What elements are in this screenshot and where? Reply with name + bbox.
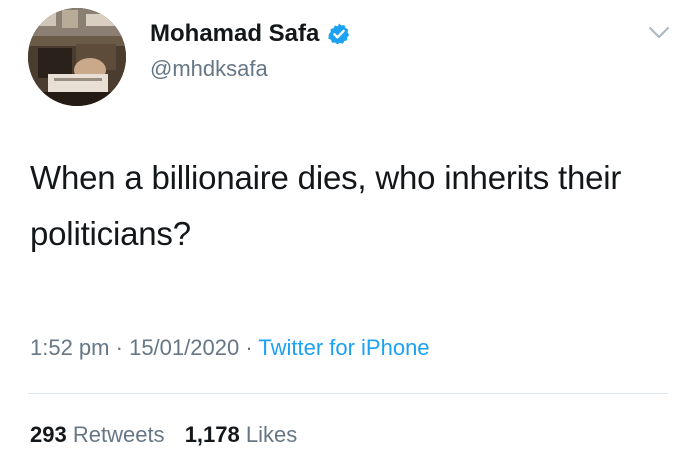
author-display-name[interactable]: Mohamad Safa [150,20,319,48]
retweets-label: Retweets [72,422,165,447]
retweets-count: 293 [30,422,67,447]
tweet-date: 15/01/2020 [129,335,240,360]
tweet-text: When a billionaire dies, who inherits th… [30,159,622,252]
verified-badge-icon [327,22,351,46]
tweet-stats: 293 Retweets 1,178 Likes [30,422,311,448]
likes-label: Likes [245,422,298,447]
meta-separator: · [115,335,123,360]
chevron-down-icon[interactable] [648,26,670,40]
tweet-meta: 1:52 pm · 15/01/2020 · Twitter for iPhon… [30,335,430,361]
likes-stat[interactable]: 1,178 Likes [185,422,298,447]
likes-count: 1,178 [184,422,240,447]
author-name-row: Mohamad Safa [150,18,351,50]
author-handle[interactable]: @mhdksafa [150,56,268,82]
retweets-stat[interactable]: 293 Retweets [30,422,165,447]
meta-separator: · [245,335,253,360]
divider [28,393,668,394]
tweet-source-link[interactable]: Twitter for iPhone [258,335,429,360]
profile-photo-icon [28,8,126,106]
author-avatar[interactable] [28,8,126,106]
tweet-card: Mohamad Safa @mhdksafa When a billionair… [0,0,696,458]
tweet-time: 1:52 pm [30,335,110,360]
